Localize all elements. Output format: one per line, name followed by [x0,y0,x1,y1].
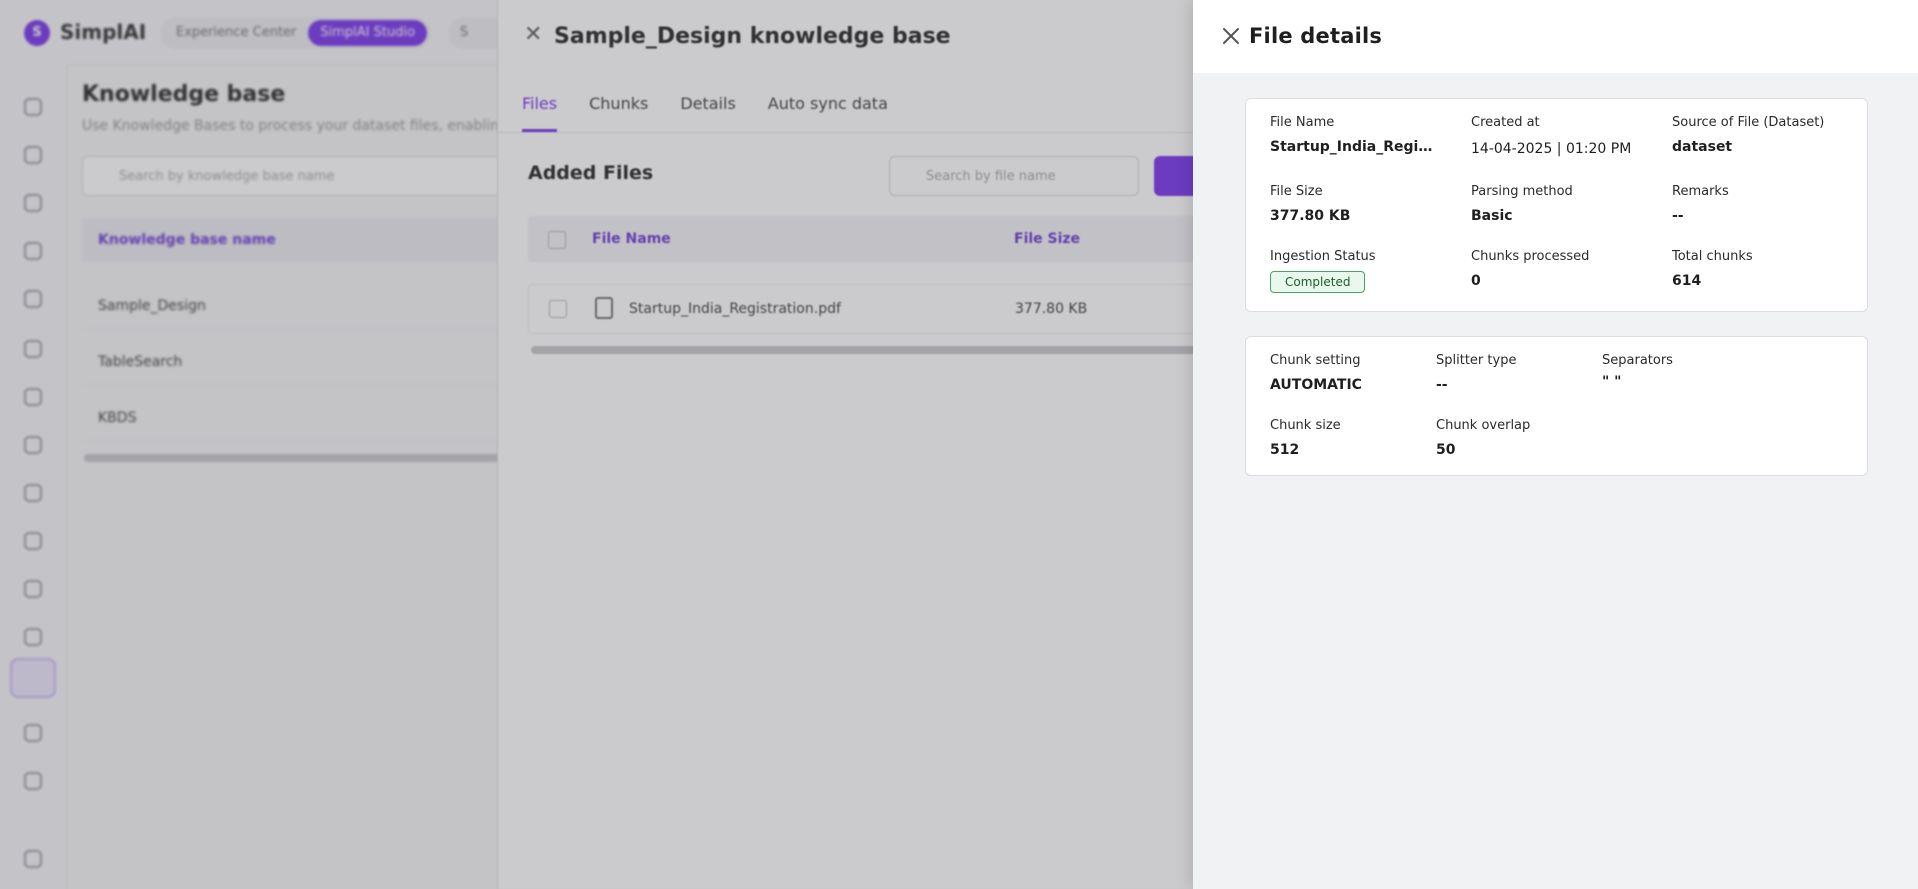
file-name-label: File Name [1270,115,1335,130]
field-separators: Separators " " [1602,353,1673,390]
remarks-value: -- [1672,208,1684,224]
field-created-at: Created at 14-04-2025 | 01:20 PM [1471,115,1631,157]
field-total-chunks: Total chunks 614 [1672,249,1753,289]
total-chunks-value: 614 [1672,273,1702,289]
chunk-overlap-value: 50 [1436,442,1456,458]
total-chunks-label: Total chunks [1672,249,1753,264]
file-name-value: Startup_India_Registrat... [1270,139,1440,155]
file-size-value: 377.80 KB [1270,208,1351,224]
modal-overlay[interactable] [0,0,1193,889]
field-parsing-method: Parsing method Basic [1471,184,1573,224]
created-at-value: 14-04-2025 | 01:20 PM [1471,141,1632,157]
file-details-panel: File details File Name Startup_India_Reg… [1193,0,1918,889]
file-info-card: File Name Startup_India_Registrat... Cre… [1245,98,1868,312]
field-splitter-type: Splitter type -- [1436,353,1516,393]
field-remarks: Remarks -- [1672,184,1729,224]
chunk-size-value: 512 [1270,442,1300,458]
source-value: dataset [1672,139,1733,155]
chunks-processed-label: Chunks processed [1471,249,1590,264]
file-details-header: File details [1193,0,1918,73]
field-ingestion-status: Ingestion Status Completed [1270,249,1376,293]
field-chunk-overlap: Chunk overlap 50 [1436,418,1530,458]
field-source: Source of File (Dataset) dataset [1672,115,1824,155]
close-icon[interactable] [1219,24,1243,48]
separators-label: Separators [1602,353,1673,368]
field-chunks-processed: Chunks processed 0 [1471,249,1589,289]
field-file-name: File Name Startup_India_Registrat... [1270,115,1440,155]
chunk-overlap-label: Chunk overlap [1436,418,1531,433]
splitter-type-label: Splitter type [1436,353,1517,368]
ingestion-status-label: Ingestion Status [1270,249,1376,264]
created-at-label: Created at [1471,115,1540,130]
field-file-size: File Size 377.80 KB [1270,184,1350,224]
chunk-setting-label: Chunk setting [1270,353,1361,368]
splitter-type-value: -- [1436,377,1448,393]
file-size-label: File Size [1270,184,1323,199]
field-chunk-setting: Chunk setting AUTOMATIC [1270,353,1362,393]
status-badge: Completed [1270,271,1366,293]
remarks-label: Remarks [1672,184,1729,199]
parsing-method-label: Parsing method [1471,184,1573,199]
chunks-processed-value: 0 [1471,273,1481,289]
source-label: Source of File (Dataset) [1672,115,1825,130]
field-chunk-size: Chunk size 512 [1270,418,1341,458]
chunk-size-label: Chunk size [1270,418,1341,433]
chunk-setting-value: AUTOMATIC [1270,377,1362,393]
file-details-title: File details [1249,24,1383,48]
parsing-method-value: Basic [1471,208,1513,224]
separators-value: " " [1602,374,1622,390]
chunk-settings-card: Chunk setting AUTOMATIC Splitter type --… [1245,336,1868,476]
